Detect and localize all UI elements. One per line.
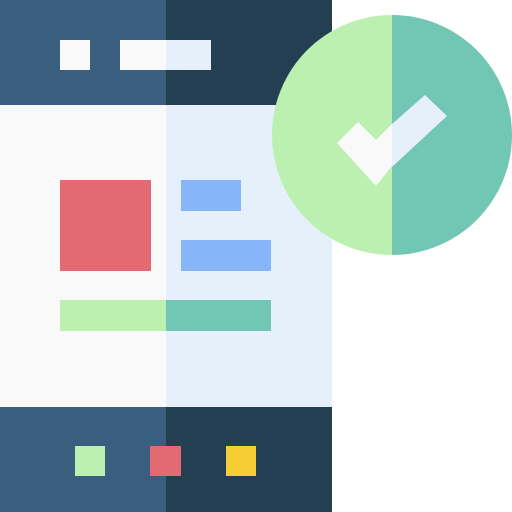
image-placeholder	[60, 180, 151, 271]
footer-button-yellow	[226, 446, 256, 476]
mobile-app-approved-svg	[0, 0, 512, 512]
progress-bar-left	[60, 300, 166, 331]
phone-header-dot	[60, 40, 90, 70]
phone-header-bar-right	[166, 40, 211, 70]
check-circle-icon	[272, 15, 512, 255]
mobile-app-approved-icon	[0, 0, 512, 512]
footer-button-red	[150, 446, 181, 476]
footer-button-green	[75, 446, 105, 476]
progress-bar-right	[166, 300, 271, 331]
text-line-long	[181, 240, 271, 271]
phone-footer	[0, 407, 332, 512]
text-line-short	[181, 180, 241, 211]
phone-header-bar-left	[120, 40, 166, 70]
